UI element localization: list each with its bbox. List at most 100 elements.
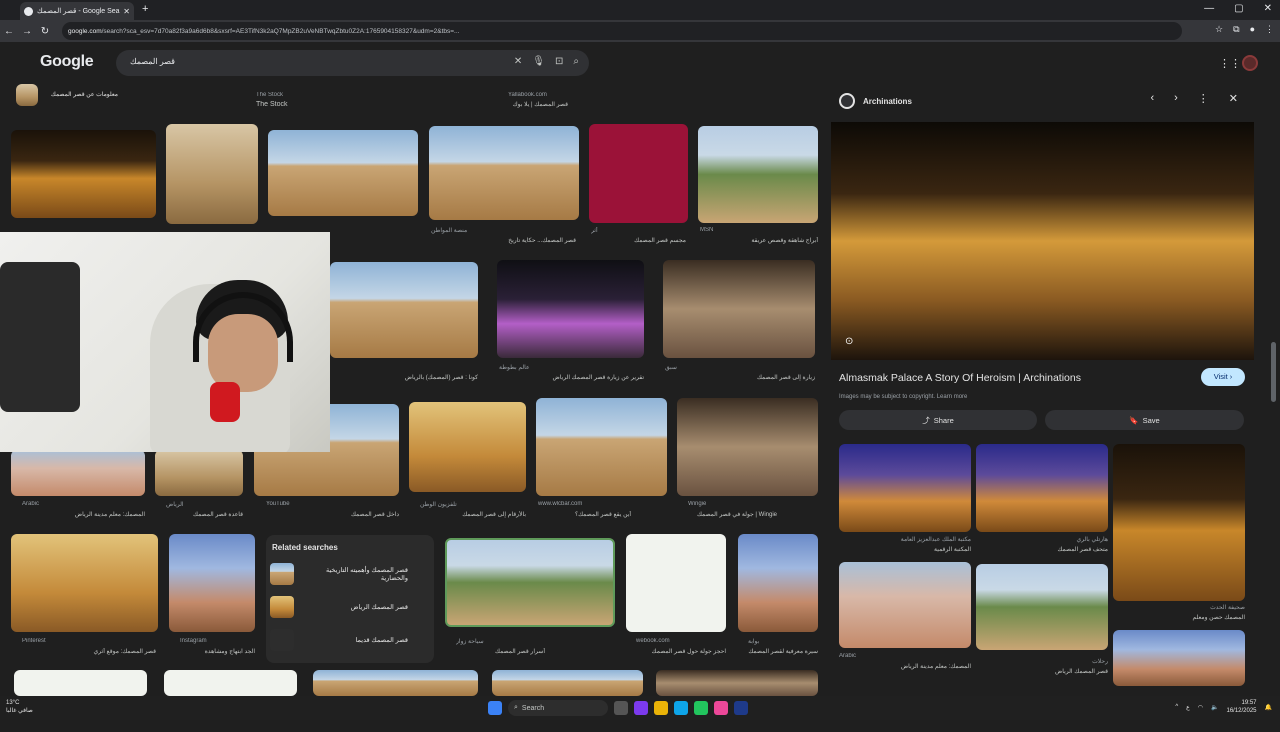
chevron-up-icon[interactable]: ^ [1175, 704, 1178, 710]
image-result[interactable] [492, 670, 643, 696]
info-label[interactable]: معلومات عن قصر المصمك [42, 91, 118, 98]
image-title[interactable]: أسرار قصر المصمك [445, 648, 545, 655]
google-logo[interactable]: Google [40, 53, 94, 71]
image-title[interactable]: أبراج شاهقة وقصص عريقة [700, 237, 818, 244]
maximize-button[interactable]: ▢ [1234, 3, 1243, 14]
page-scrollbar[interactable] [1271, 92, 1276, 732]
image-result[interactable] [663, 260, 815, 358]
info-thumb[interactable] [16, 84, 38, 106]
related-title[interactable]: متحف قصر المصمك [976, 546, 1108, 553]
lens-icon[interactable]: ⊡ [555, 56, 563, 67]
image-result[interactable] [698, 126, 818, 223]
image-result[interactable] [738, 534, 818, 632]
related-title[interactable]: المصمك: معلم مدينة الرياض [839, 663, 971, 670]
prev-icon[interactable]: ‹ [1150, 92, 1154, 105]
image-result[interactable] [497, 260, 644, 358]
preview-title[interactable]: Almasmak Palace A Story Of Heroism | Arc… [839, 372, 1081, 384]
image-result[interactable] [330, 262, 478, 358]
visit-button[interactable]: Visit › [1201, 368, 1245, 386]
image-result[interactable] [169, 534, 255, 632]
image-result[interactable] [164, 670, 297, 696]
language-indicator[interactable]: ع [1186, 704, 1190, 711]
clear-icon[interactable]: ✕ [514, 56, 522, 67]
chrome-icon[interactable] [694, 701, 708, 715]
notification-icon[interactable]: 🔔 [1265, 704, 1272, 711]
image-title[interactable]: الجد ابتهاج ومشاهدة [169, 648, 255, 655]
minimize-button[interactable]: — [1204, 3, 1214, 14]
next-icon[interactable]: › [1174, 92, 1178, 105]
close-icon[interactable]: ✕ [1229, 92, 1238, 105]
image-title[interactable]: مجسم قصر المصمك [591, 237, 686, 244]
file-explorer-icon[interactable] [654, 701, 668, 715]
related-image[interactable] [1113, 630, 1245, 686]
image-result[interactable] [268, 130, 418, 216]
related-item[interactable]: قصر المصمك الرياض [270, 594, 430, 620]
taskbar-search[interactable]: ⌕ Search [508, 700, 608, 716]
forward-icon[interactable]: → [18, 26, 36, 37]
close-window-button[interactable]: ✕ [1264, 3, 1272, 14]
image-title[interactable]: احجز جولة حول قصر المصمك [626, 648, 726, 655]
avatar[interactable] [1242, 55, 1258, 71]
image-result[interactable] [14, 670, 147, 696]
related-image[interactable] [976, 564, 1108, 650]
image-result[interactable] [155, 450, 243, 496]
related-title[interactable]: المصمك حصن ومعلم [1113, 614, 1246, 621]
mic-icon[interactable]: 🎙 [532, 56, 545, 67]
image-title[interactable]: زيارة إلى قصر المصمك [665, 374, 815, 381]
back-icon[interactable]: ← [0, 26, 18, 37]
reload-icon[interactable]: ↻ [36, 26, 54, 37]
image-result[interactable] [11, 130, 156, 218]
scrollbar-thumb[interactable] [1271, 342, 1276, 402]
clock[interactable]: 19:57 16/12/2025 [1226, 699, 1256, 715]
search-box[interactable]: قصر المصمك ✕ 🎙 ⊡ ⌕ [116, 50, 589, 76]
image-result[interactable] [409, 402, 526, 492]
image-title[interactable]: قصر المصمك | يلا بوك [508, 101, 568, 108]
image-result[interactable] [536, 398, 667, 496]
related-title[interactable]: المكتبة الرقمية [839, 546, 971, 553]
image-result[interactable] [445, 538, 615, 627]
browser-tab[interactable]: قصر المصمك - Google Search ✕ [20, 2, 134, 20]
image-result[interactable] [166, 124, 258, 224]
image-result[interactable] [626, 534, 726, 632]
weather-widget[interactable]: 13°C صافي غالبا [6, 699, 33, 715]
search-query[interactable]: قصر المصمك [130, 57, 190, 66]
image-title[interactable]: أين يقع قصر المصمك؟ [536, 511, 631, 518]
image-title[interactable]: داخل قصر المصمك [254, 511, 399, 518]
image-title[interactable]: قاعدة قصر المصمك [155, 511, 243, 518]
image-title[interactable]: تقرير عن زيارة قصر المصمك الرياض [499, 374, 644, 381]
windows-start-icon[interactable] [488, 701, 502, 715]
task-view-icon[interactable] [614, 701, 628, 715]
image-title[interactable]: كونا : قصر (المصمك) بالرياض [330, 374, 478, 381]
image-result[interactable] [677, 398, 818, 496]
edge-icon[interactable] [674, 701, 688, 715]
menu-icon[interactable]: ⋮ [1265, 24, 1274, 35]
apps-grid-icon[interactable]: ⋮⋮ [1219, 57, 1241, 70]
image-result[interactable] [11, 534, 158, 632]
image-title[interactable]: المصمك: معلم مدينة الرياض [11, 511, 145, 518]
related-image[interactable] [839, 444, 971, 532]
app-icon[interactable] [714, 701, 728, 715]
close-tab-icon[interactable]: ✕ [123, 7, 130, 16]
image-title[interactable]: Wingie | جولة في قصر المصمك [677, 511, 777, 518]
image-result[interactable] [656, 670, 818, 696]
related-image[interactable] [976, 444, 1108, 532]
address-bar[interactable]: google.com /search?sca_esv=7d70a82f3a9a6… [62, 22, 1182, 40]
related-image[interactable] [839, 562, 971, 648]
star-icon[interactable]: ☆ [1215, 24, 1223, 35]
image-title[interactable]: قصر المصمك... حكاية تاريخ [431, 237, 576, 244]
image-result[interactable] [313, 670, 478, 696]
preview-image[interactable] [831, 122, 1254, 360]
profile-icon[interactable]: ● [1250, 24, 1255, 35]
more-icon[interactable]: ⋮ [1198, 92, 1209, 105]
image-title[interactable]: سيرة معرفية لقصر المصمك [738, 648, 818, 655]
volume-icon[interactable]: 🔈 [1211, 704, 1218, 711]
image-title[interactable]: The Stock [256, 101, 288, 108]
related-item[interactable]: قصر المصمك قديما [270, 627, 430, 653]
related-title[interactable]: قصر المصمك الرياض [976, 668, 1108, 675]
image-result[interactable] [11, 450, 145, 496]
share-button[interactable]: ⤴ Share [839, 410, 1037, 430]
wifi-icon[interactable]: ◠ [1198, 704, 1203, 711]
lens-icon[interactable]: ⊙ [845, 336, 853, 347]
image-result[interactable] [589, 124, 688, 223]
image-title[interactable]: قصر المصمك: موقع أثري [11, 648, 156, 655]
